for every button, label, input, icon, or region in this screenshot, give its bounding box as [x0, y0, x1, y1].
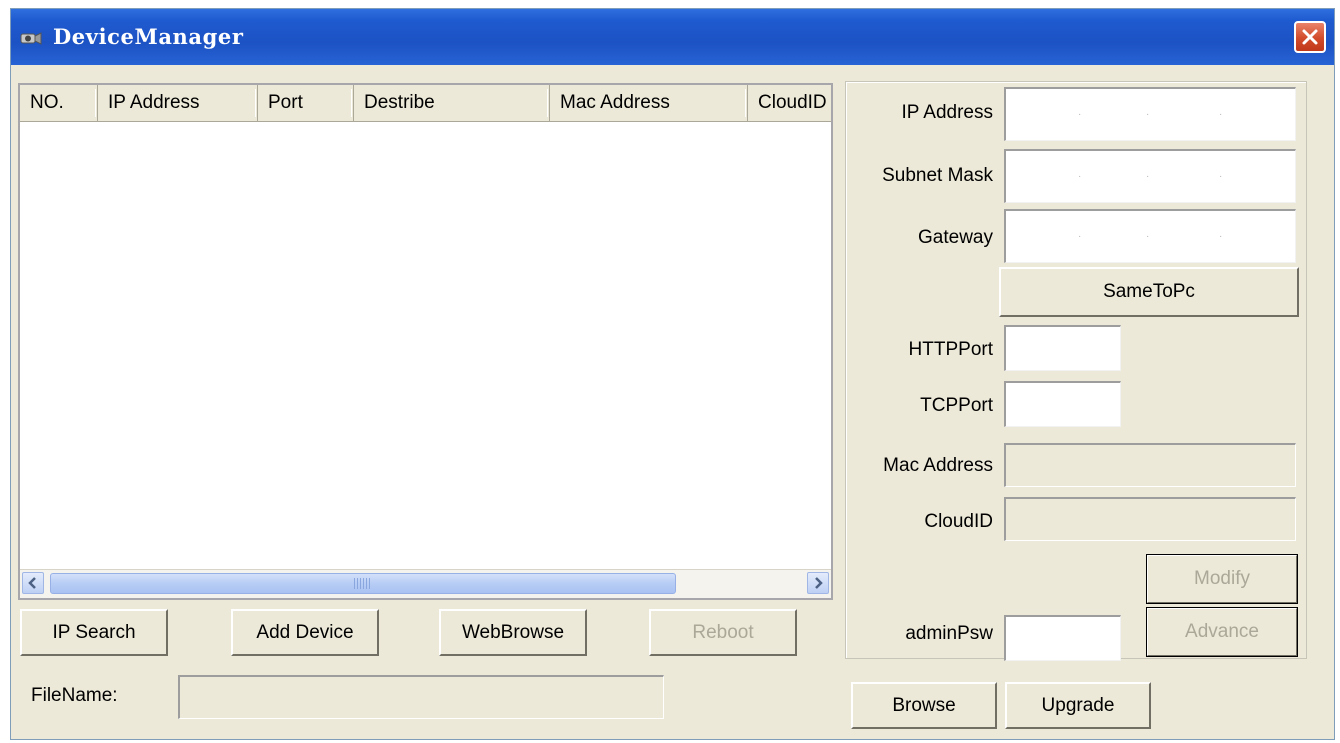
device-list[interactable]: NO. IP Address Port Destribe Mac Address…: [18, 83, 833, 600]
device-list-header: NO. IP Address Port Destribe Mac Address…: [20, 85, 831, 122]
add-device-button[interactable]: Add Device: [231, 609, 379, 656]
webbrowse-button[interactable]: WebBrowse: [439, 609, 587, 656]
camera-icon: [20, 32, 42, 45]
close-button[interactable]: [1294, 21, 1326, 53]
ip-address-field[interactable]: · · ·: [1004, 87, 1296, 141]
tcp-port-label: TCPPort: [920, 395, 993, 416]
column-header-cloudid[interactable]: CloudID: [748, 85, 831, 121]
http-port-label: HTTPPort: [908, 339, 993, 360]
window-title: DeviceManager: [53, 24, 244, 49]
column-header-mac-address[interactable]: Mac Address: [550, 85, 748, 121]
column-header-ip-address[interactable]: IP Address: [98, 85, 258, 121]
same-to-pc-button[interactable]: SameToPc: [999, 267, 1299, 317]
scrollbar-thumb[interactable]: [50, 573, 676, 594]
ip-search-button[interactable]: IP Search: [20, 609, 168, 656]
scrollbar-grip: [354, 578, 372, 589]
admin-psw-label: adminPsw: [905, 623, 993, 644]
http-port-field[interactable]: [1004, 325, 1121, 371]
device-manager-window: DeviceManager NO. IP Address Port Destri…: [10, 8, 1335, 740]
subnet-mask-field[interactable]: · · ·: [1004, 149, 1296, 203]
gateway-field[interactable]: · · ·: [1004, 209, 1296, 263]
subnet-mask-label: Subnet Mask: [882, 165, 993, 186]
ip-address-label: IP Address: [901, 102, 993, 123]
reboot-button[interactable]: Reboot: [649, 609, 797, 656]
column-header-port[interactable]: Port: [258, 85, 354, 121]
chevron-left-icon: [28, 577, 36, 589]
advance-button[interactable]: Advance: [1146, 607, 1298, 657]
scroll-left-button[interactable]: [22, 572, 44, 594]
chevron-right-icon: [815, 577, 823, 589]
mac-address-label: Mac Address: [883, 455, 993, 476]
title-bar[interactable]: DeviceManager: [11, 9, 1334, 65]
column-header-no[interactable]: NO.: [20, 85, 98, 121]
mac-address-field[interactable]: [1004, 443, 1296, 487]
modify-button[interactable]: Modify: [1146, 554, 1298, 604]
horizontal-scrollbar[interactable]: [20, 569, 831, 598]
filename-label: FileName:: [31, 685, 118, 706]
admin-psw-field[interactable]: [1004, 615, 1121, 661]
filename-field[interactable]: [178, 675, 664, 719]
tcp-port-field[interactable]: [1004, 381, 1121, 427]
column-header-destribe[interactable]: Destribe: [354, 85, 550, 121]
scroll-right-button[interactable]: [807, 572, 829, 594]
gateway-label: Gateway: [918, 227, 993, 248]
close-icon: [1302, 29, 1318, 45]
browse-button[interactable]: Browse: [851, 682, 997, 729]
upgrade-button[interactable]: Upgrade: [1005, 682, 1151, 729]
cloudid-label: CloudID: [924, 511, 993, 532]
cloudid-field[interactable]: [1004, 497, 1296, 541]
